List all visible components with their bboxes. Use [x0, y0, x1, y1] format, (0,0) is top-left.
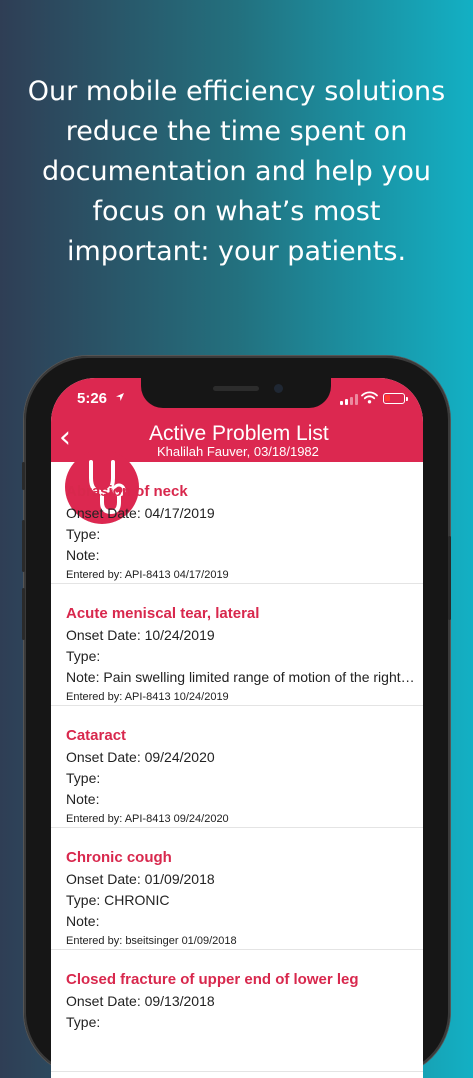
onset-date: Onset Date: 01/09/2018	[66, 871, 215, 887]
headline-line: important: your patients.	[66, 236, 407, 267]
entered-by: Entered by: API-8413 10/24/2019	[66, 691, 229, 703]
problem-title: Acute meniscal tear, lateral	[66, 605, 260, 622]
phone-screen: 5:26 ‹ Active Problem List Khalilah Fauv…	[51, 378, 423, 1078]
onset-date: Onset Date: 09/24/2020	[66, 749, 215, 765]
entered-by: Entered by: API-8413 04/17/2019	[66, 569, 229, 581]
problem-title: Cataract	[66, 727, 127, 744]
status-time: 5:26	[77, 390, 108, 407]
headline-line: Our mobile efficiency solutions	[27, 76, 446, 107]
problem-note: Note: Pain swelling limited range of mot…	[66, 669, 415, 685]
problem-note: Note:	[66, 547, 100, 563]
camera-notch	[141, 378, 331, 408]
list-item[interactable]: Abrasion of neck Onset Date: 04/17/2019 …	[51, 462, 423, 584]
volume-up-button	[22, 520, 25, 572]
page-title: Active Problem List	[149, 422, 329, 445]
onset-date: Onset Date: 09/13/2018	[66, 993, 215, 1009]
problem-type: Type:	[66, 770, 101, 786]
problem-title: Abrasion of neck	[66, 483, 188, 500]
onset-date: Onset Date: 10/24/2019	[66, 627, 215, 643]
navigation-bar: ‹ Active Problem List Khalilah Fauver, 0…	[51, 420, 423, 524]
location-arrow-icon	[116, 393, 124, 401]
marketing-headline: Our mobile efficiency solutions reduce t…	[0, 72, 473, 272]
problem-type: Type:	[66, 648, 101, 664]
entered-by: Entered by: bseitsinger 01/09/2018	[66, 935, 237, 947]
problem-note: Note:	[66, 913, 100, 929]
list-item[interactable]: Cataract Onset Date: 09/24/2020 Type: No…	[51, 706, 423, 828]
headline-line: documentation and help you	[41, 156, 431, 187]
battery-icon	[383, 393, 408, 404]
list-item[interactable]: Acute meniscal tear, lateral Onset Date:…	[51, 584, 423, 706]
problem-title: Chronic cough	[66, 849, 172, 866]
front-camera	[274, 384, 283, 393]
entered-by: Entered by: API-8413 09/24/2020	[66, 813, 229, 825]
list-item[interactable]: Closed fracture of upper end of lower le…	[51, 950, 423, 1072]
cellular-signal-icon	[340, 394, 358, 405]
power-button	[448, 536, 451, 620]
problem-type: Type:	[66, 526, 101, 542]
problem-note: Note:	[66, 791, 100, 807]
problem-type: Type: CHRONIC	[66, 892, 170, 908]
problem-list: Abrasion of neck Onset Date: 04/17/2019 …	[51, 462, 423, 1072]
chevron-left-icon[interactable]: ‹	[59, 420, 71, 455]
wifi-icon	[361, 391, 378, 404]
headline-line: focus on what’s most	[92, 196, 381, 227]
onset-date: Onset Date: 04/17/2019	[66, 505, 215, 521]
mute-switch	[22, 462, 25, 490]
speaker-grille	[213, 386, 259, 391]
problem-title: Closed fracture of upper end of lower le…	[66, 971, 359, 988]
volume-down-button	[22, 588, 25, 640]
status-bar: 5:26	[51, 378, 423, 422]
patient-subtitle: Khalilah Fauver, 03/18/1982	[157, 444, 319, 459]
problem-type: Type:	[66, 1014, 101, 1030]
list-item[interactable]: Chronic cough Onset Date: 01/09/2018 Typ…	[51, 828, 423, 950]
headline-line: reduce the time spent on	[65, 116, 408, 147]
